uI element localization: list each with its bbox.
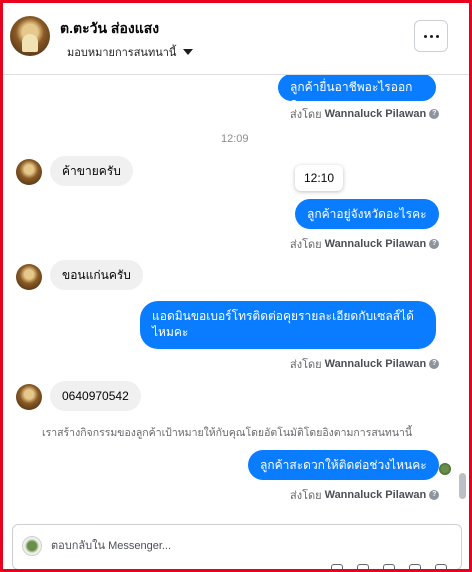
sent-by-prefix: ส่งโดย [290, 109, 322, 121]
reply-composer [12, 524, 462, 569]
help-icon[interactable]: ? [429, 490, 440, 500]
message-bubble-incoming[interactable]: ค้าขายครับ [50, 156, 133, 186]
message-bubble-outgoing[interactable]: แอดมินขอเบอร์โทรติดต่อคุยรายละเอียดกับเซ… [140, 301, 436, 349]
assign-label: มอบหมายการสนทนานี้ [67, 47, 177, 59]
caret-down-icon [183, 49, 194, 55]
automated-activity-note: เราสร้างกิจกรรมของลูกค้าเป้าหมายให้กับคุ… [42, 427, 413, 439]
message-bubble-outgoing[interactable]: ลูกค้าสะดวกให้ติดต่อช่วงไหนคะ [248, 450, 439, 480]
emoji-icon[interactable] [409, 564, 421, 569]
sent-by-line: ส่งโดย Wannaluck Pilawan ? [290, 486, 440, 504]
sent-by-prefix: ส่งโดย [290, 239, 322, 251]
sender-name: Wannaluck Pilawan [324, 358, 427, 370]
message-bubble-outgoing[interactable]: ลูกค้ายื่นอาชีพอะไรออกคะ [278, 75, 436, 110]
more-options-button[interactable] [414, 20, 448, 52]
contact-avatar-small[interactable] [16, 384, 42, 410]
seen-avatar-icon [439, 463, 451, 475]
gif-icon[interactable] [383, 564, 395, 569]
messenger-window: ต.ตะวัน ส่องแสง มอบหมายการสนทนานี้ ลูกค้… [0, 0, 472, 572]
message-bubble-incoming[interactable]: 0640970542 [50, 381, 141, 411]
dot-icon [423, 34, 427, 38]
send-icon[interactable] [435, 564, 447, 569]
attachment-icon[interactable] [331, 564, 343, 569]
message-bubble-outgoing[interactable]: ลูกค้าอยู่จังหวัดอะไรคะ [295, 199, 439, 229]
sender-name: Wannaluck Pilawan [324, 489, 427, 501]
contact-avatar-small[interactable] [16, 159, 42, 185]
reply-input[interactable] [51, 537, 351, 555]
image-icon[interactable] [357, 564, 369, 569]
sent-by-line: ส่งโดย Wannaluck Pilawan ? [290, 355, 440, 373]
sender-name: Wannaluck Pilawan [324, 108, 427, 120]
contact-avatar[interactable] [10, 16, 50, 56]
dot-icon [429, 34, 433, 38]
sent-by-line: ส่งโดย Wannaluck Pilawan ? [290, 235, 440, 253]
timestamp-divider: 12:09 [221, 133, 249, 145]
sent-by-prefix: ส่งโดย [290, 359, 322, 371]
help-icon[interactable]: ? [429, 109, 440, 119]
help-icon[interactable]: ? [429, 359, 440, 369]
scrollbar-thumb[interactable] [459, 473, 466, 499]
sent-by-line: ส่งโดย Wannaluck Pilawan ? [290, 105, 440, 123]
message-time-tooltip: 12:10 [295, 165, 344, 191]
sender-name: Wannaluck Pilawan [324, 238, 427, 250]
conversation-header: ต.ตะวัน ส่องแสง มอบหมายการสนทนานี้ [3, 3, 469, 75]
assign-conversation-dropdown[interactable]: มอบหมายการสนทนานี้ [67, 43, 194, 61]
message-bubble-incoming[interactable]: ขอนแก่นครับ [50, 260, 143, 290]
sent-by-prefix: ส่งโดย [290, 490, 322, 502]
message-list[interactable]: ลูกค้ายื่นอาชีพอะไรออกคะ ส่งโดย Wannaluc… [3, 75, 469, 515]
page-avatar-icon [22, 536, 42, 556]
contact-name[interactable]: ต.ตะวัน ส่องแสง [60, 18, 159, 40]
help-icon[interactable]: ? [429, 239, 440, 249]
dot-icon [435, 34, 439, 38]
contact-avatar-small[interactable] [16, 264, 42, 290]
